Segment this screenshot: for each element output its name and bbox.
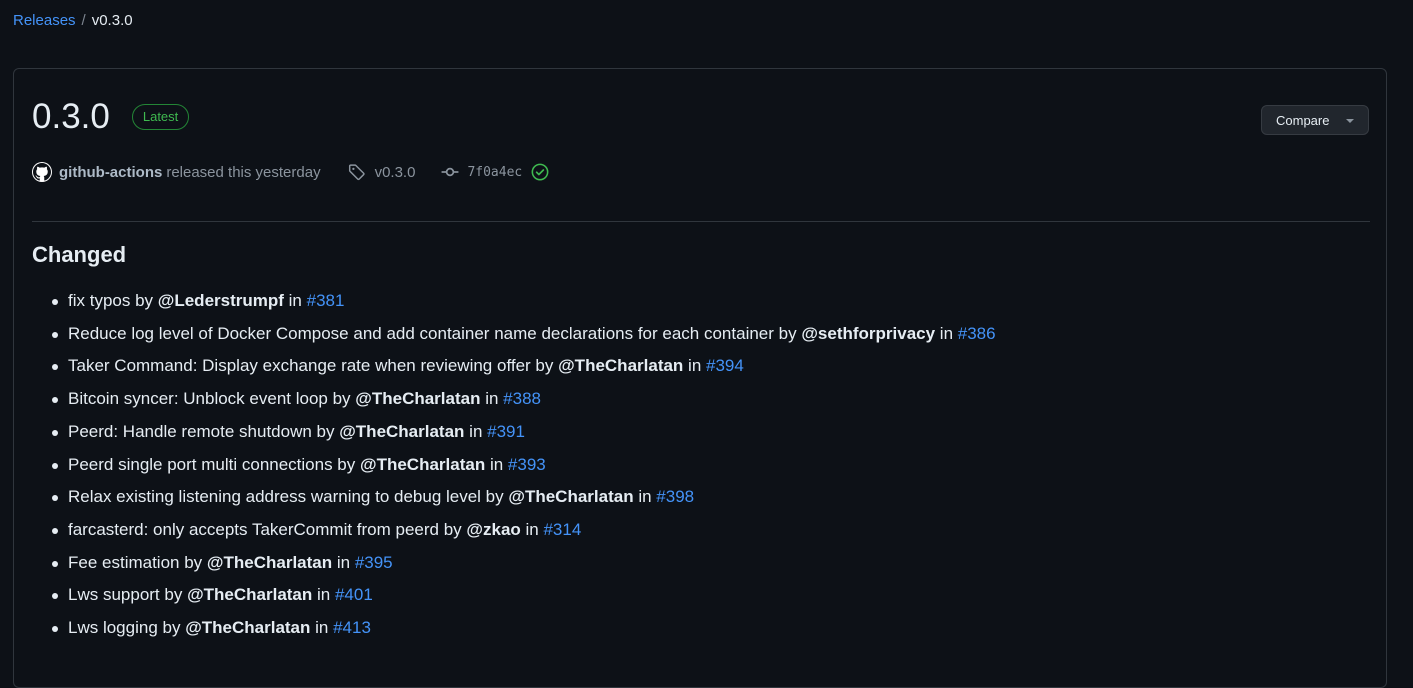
section-heading: Changed [32,242,127,267]
bullet-icon [52,397,58,404]
in-text: in [464,421,488,441]
release-commit[interactable]: 7f0a4ec [441,163,549,181]
pull-request-link[interactable]: #394 [706,356,744,375]
triangle-down-icon [1346,119,1354,123]
breadcrumb-releases-link[interactable]: Releases [13,12,76,29]
user-mention[interactable]: @Lederstrumpf [158,291,284,310]
user-mention[interactable]: @TheCharlatan [360,455,485,474]
user-mention[interactable]: @TheCharlatan [207,553,332,572]
bullet-icon [52,331,58,338]
breadcrumb: Releases / v0.3.0 [13,11,133,31]
pull-request-link[interactable]: #401 [335,585,373,604]
release-author[interactable]: github-actions [59,164,162,181]
commit-sha: 7f0a4ec [467,164,523,180]
change-description: Taker Command: Display exchange rate whe… [68,356,559,376]
pull-request-link[interactable]: #381 [307,291,345,310]
in-text: in [312,585,335,605]
latest-badge: Latest [131,104,190,130]
release-title[interactable]: 0.3.0 [32,95,110,139]
breadcrumb-current: v0.3.0 [91,12,133,29]
github-mark-icon[interactable] [32,162,52,182]
bullet-icon [52,429,58,436]
release-time: released this yesterday [166,163,321,181]
bullet-icon [52,560,58,567]
list-item: Bitcoin syncer: Unblock event loop by @T… [32,383,996,416]
in-text: in [633,487,657,507]
in-text: in [310,618,334,638]
list-item: fix typos by @Lederstrumpf in #381 [32,285,996,318]
in-text: in [480,389,504,409]
git-commit-icon [442,167,459,177]
bullet-icon [52,462,58,469]
change-description: Reduce log level of Docker Compose and a… [68,323,802,343]
in-text: in [485,454,508,474]
user-mention[interactable]: @TheCharlatan [187,585,312,604]
change-description: Fee estimation by [68,552,207,572]
check-circle-icon[interactable] [531,163,549,181]
list-item: Lws support by @TheCharlatan in #401 [32,579,996,612]
bullet-icon [52,495,58,502]
list-item: Peerd single port multi connections by @… [32,449,996,482]
change-description: Peerd: Handle remote shutdown by [68,421,340,441]
release-tag[interactable]: v0.3.0 [348,163,416,181]
change-description: Lws logging by [68,618,186,638]
in-text: in [683,356,707,376]
list-item: Relax existing listening address warning… [32,481,996,514]
list-item: Fee estimation by @TheCharlatan in #395 [32,547,996,580]
change-description: farcasterd: only accepts TakerCommit fro… [68,519,467,539]
list-item: Lws logging by @TheCharlatan in #413 [32,612,996,645]
bullet-icon [52,527,58,534]
list-item: Peerd: Handle remote shutdown by @TheCha… [32,416,996,449]
pull-request-link[interactable]: #391 [487,422,525,441]
list-item: farcasterd: only accepts TakerCommit fro… [32,514,996,547]
pull-request-link[interactable]: #388 [503,389,541,408]
change-description: Relax existing listening address warning… [68,487,509,507]
bullet-icon [52,364,58,371]
bullet-icon [52,626,58,633]
user-mention[interactable]: @TheCharlatan [558,356,683,375]
in-text: in [283,291,307,310]
user-mention[interactable]: @zkao [466,520,520,539]
pull-request-link[interactable]: #393 [508,455,546,474]
release-card: 0.3.0 Latest Compare github-actions rele… [13,68,1387,688]
bullet-icon [52,299,58,305]
change-description: Bitcoin syncer: Unblock event loop by [68,389,356,409]
breadcrumb-separator: / [81,12,86,29]
change-description: fix typos by [68,291,158,310]
list-item: Reduce log level of Docker Compose and a… [32,318,996,351]
divider [32,221,1370,222]
release-meta: github-actions released this yesterday v… [32,162,549,182]
change-list: fix typos by @Lederstrumpf in #381 Reduce… [32,285,996,645]
in-text: in [520,519,544,539]
release-header: 0.3.0 Latest [32,95,190,139]
in-text: in [935,323,958,343]
user-mention[interactable]: @TheCharlatan [355,389,480,408]
pull-request-link[interactable]: #413 [333,618,371,637]
change-description: Peerd single port multi connections by [68,454,360,474]
user-mention[interactable]: @TheCharlatan [508,487,633,506]
pull-request-link[interactable]: #398 [656,487,694,506]
compare-button[interactable]: Compare [1261,105,1369,135]
in-text: in [332,552,355,572]
tag-icon [348,164,365,181]
change-description: Lws support by [68,585,188,605]
pull-request-link[interactable]: #386 [958,324,996,343]
pull-request-link[interactable]: #314 [543,520,581,539]
user-mention[interactable]: @TheCharlatan [339,422,464,441]
list-item: Taker Command: Display exchange rate whe… [32,350,996,383]
compare-button-label: Compare [1276,112,1330,128]
bullet-icon [52,593,58,600]
user-mention[interactable]: @TheCharlatan [185,618,310,637]
user-mention[interactable]: @sethforprivacy [801,324,935,343]
tag-label: v0.3.0 [374,163,416,181]
pull-request-link[interactable]: #395 [355,553,393,572]
